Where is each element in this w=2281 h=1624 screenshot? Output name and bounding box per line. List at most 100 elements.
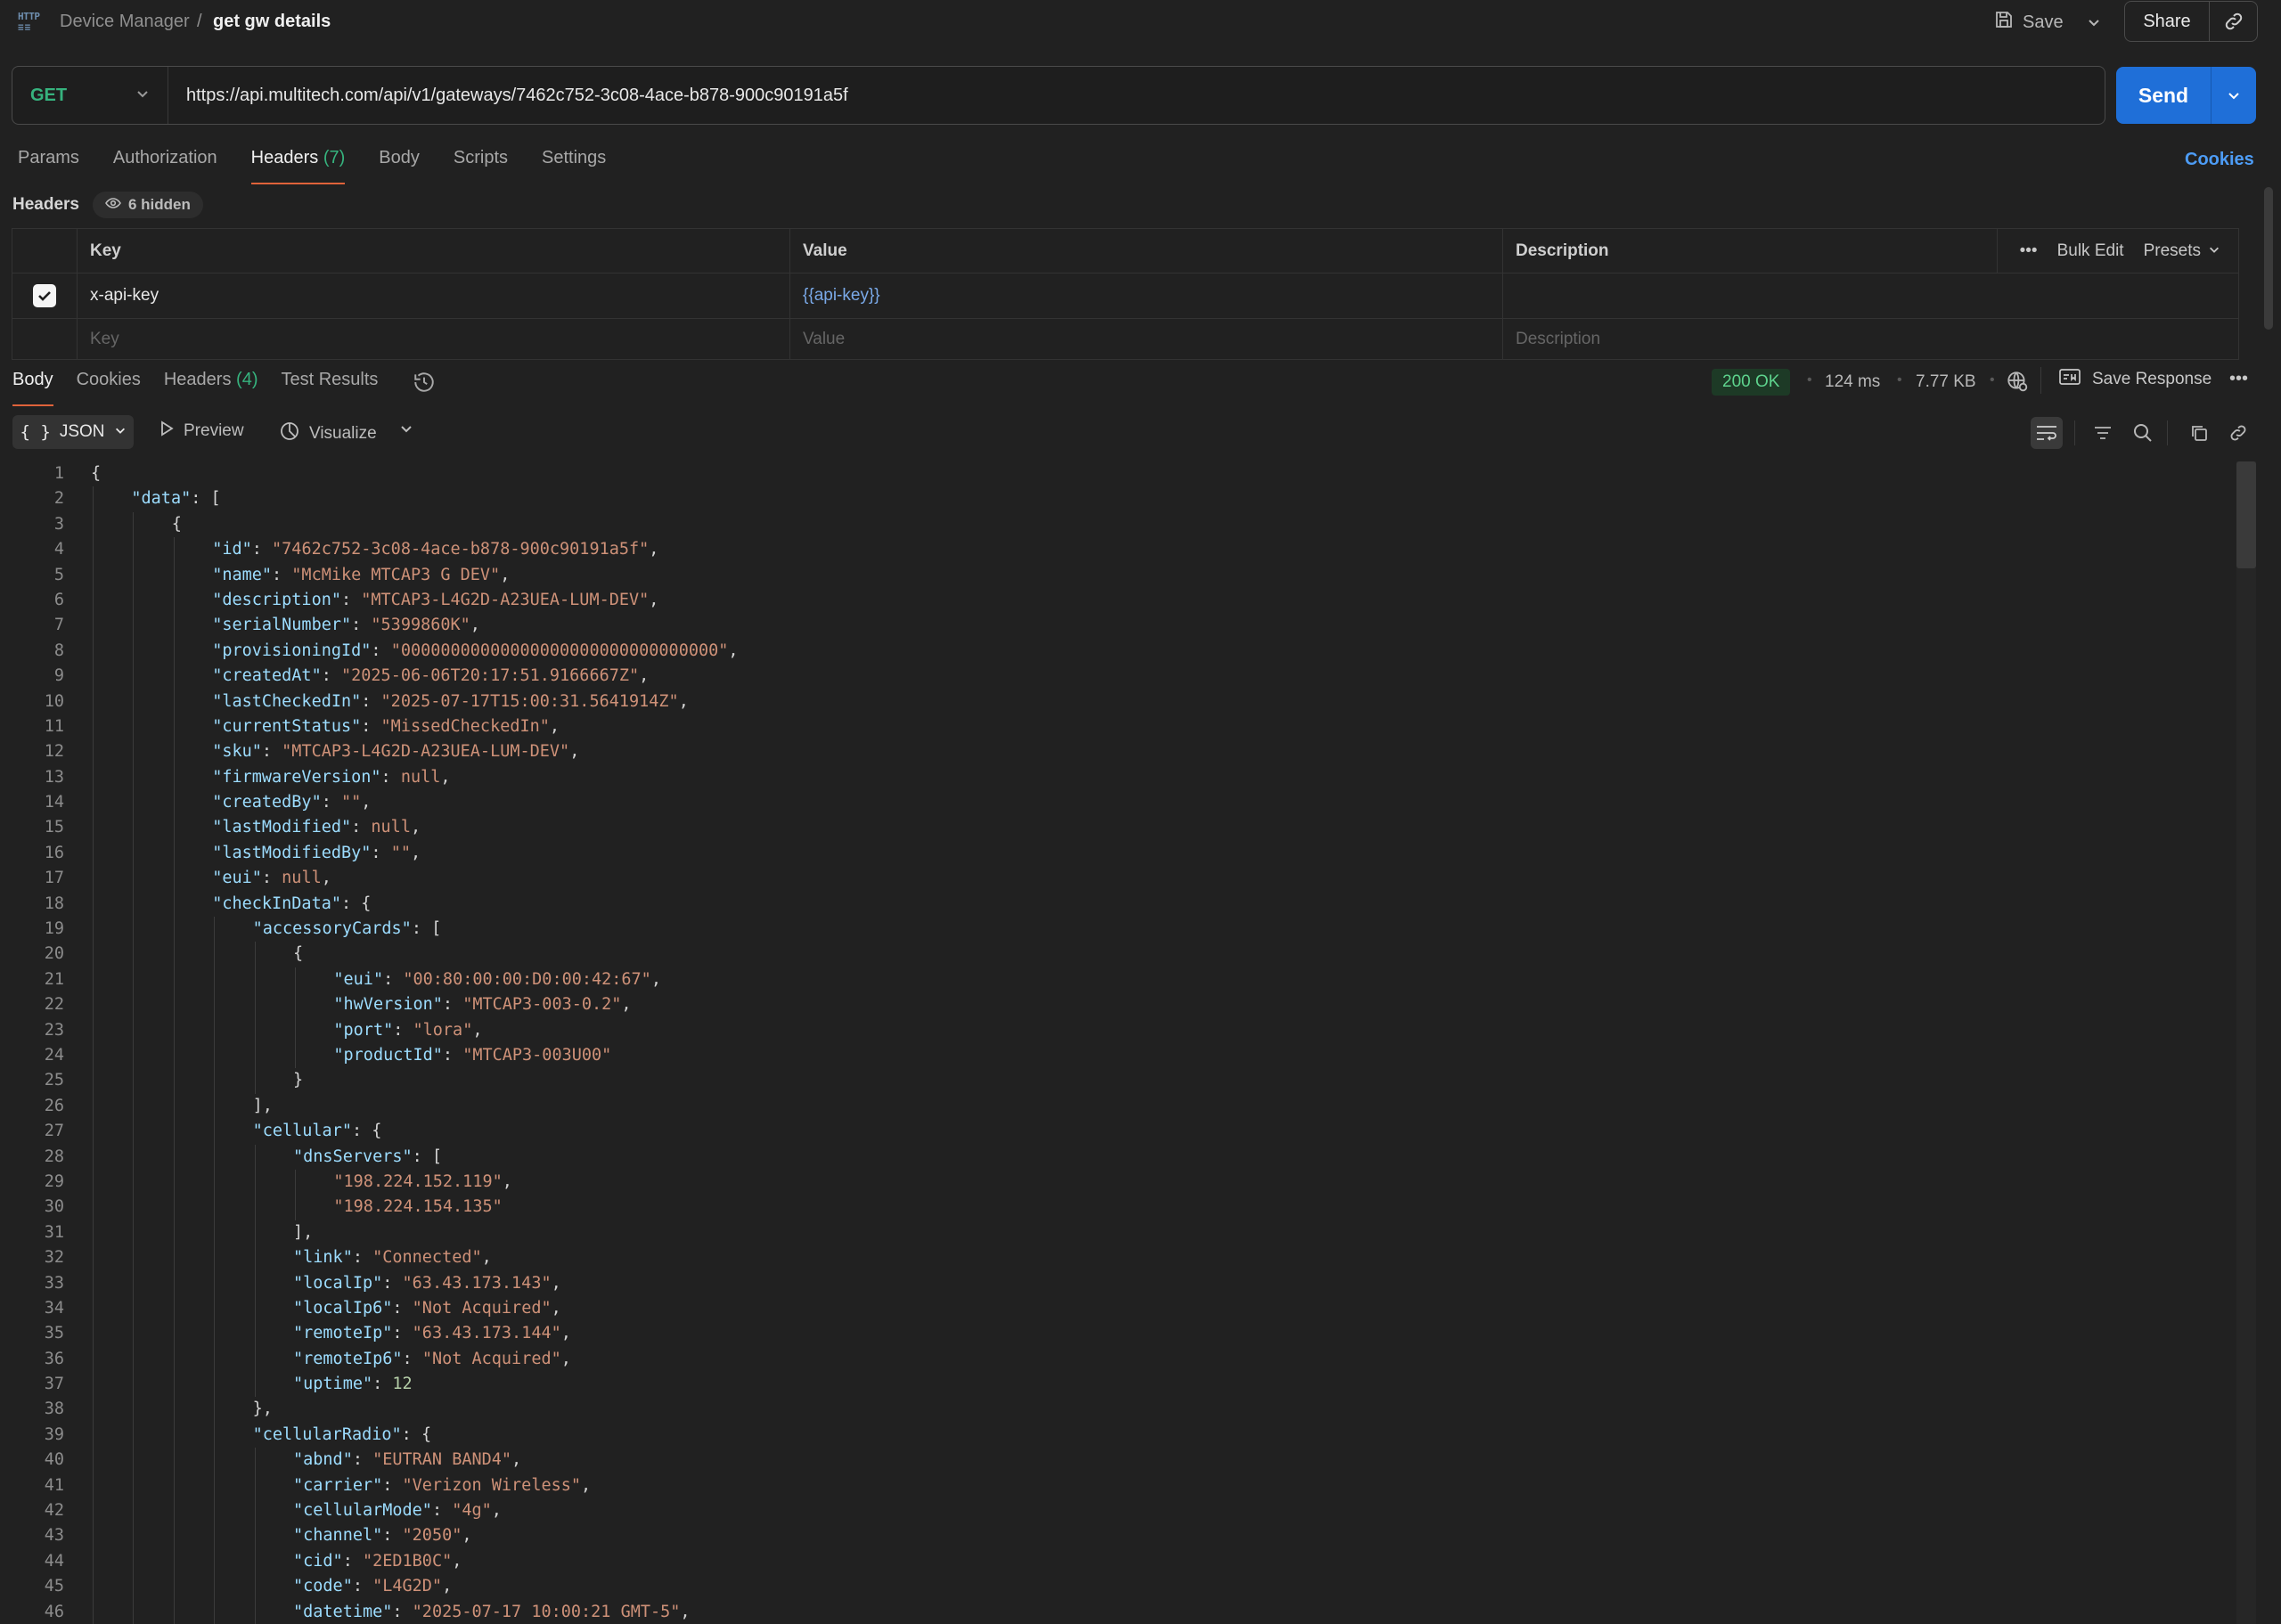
save-response-button[interactable]: Save Response — [2058, 367, 2212, 392]
indent-guide — [133, 790, 135, 816]
indent-guide — [214, 1068, 216, 1094]
new-value-field[interactable]: Value — [790, 319, 1503, 359]
copy-link-icon[interactable] — [2210, 2, 2257, 41]
indent-guide — [93, 1397, 94, 1423]
json-value: "MTCAP3-L4G2D-A23UEA-LUM-DEV" — [361, 590, 650, 609]
indent-guide — [173, 1548, 175, 1575]
json-punct: : [ — [411, 919, 442, 939]
tab-headers[interactable]: Headers (7) — [250, 148, 345, 184]
json-punct: , — [470, 616, 480, 635]
code-content: "lastModifiedBy": "", — [64, 840, 2238, 867]
line-number: 32 — [44, 1248, 64, 1268]
tab-scripts[interactable]: Scripts — [454, 148, 508, 182]
tab-response-headers[interactable]: Headers (4) — [164, 370, 258, 405]
line-number: 37 — [44, 1375, 64, 1394]
line-number: 16 — [44, 843, 64, 862]
indent-guide — [133, 739, 135, 765]
tab-settings[interactable]: Settings — [542, 148, 606, 182]
line-number: 13 — [44, 767, 64, 787]
tab-test-results[interactable]: Test Results — [281, 370, 378, 405]
status-badge[interactable]: 200 OK — [1712, 369, 1791, 396]
share-button[interactable]: Share — [2125, 2, 2210, 41]
request-title[interactable]: get gw details — [213, 12, 331, 32]
code-content: "dnsServers": [ — [64, 1144, 2238, 1170]
code-line: 1{ — [0, 461, 2238, 486]
new-description-field[interactable]: Description — [1503, 319, 2238, 359]
link-icon[interactable] — [2222, 417, 2254, 449]
header-enabled-checkbox[interactable] — [33, 284, 56, 307]
code-scrollbar-thumb[interactable] — [2236, 461, 2256, 568]
code-line: 30 "198.224.154.135" — [0, 1195, 2238, 1220]
presets-dropdown[interactable]: Presets — [2144, 241, 2220, 261]
tab-authorization[interactable]: Authorization — [113, 148, 217, 182]
json-value: "" — [341, 793, 362, 812]
copy-icon[interactable] — [2183, 417, 2215, 449]
breadcrumb-parent[interactable]: Device Manager — [60, 12, 190, 32]
json-key: "serialNumber" — [212, 616, 352, 635]
json-key: "data" — [131, 489, 192, 509]
request-scrollbar[interactable] — [2264, 187, 2273, 330]
json-punct: : — [371, 641, 391, 660]
json-value: "2025-07-17T15:00:31.5641914Z" — [380, 691, 679, 711]
filter-icon[interactable] — [2087, 417, 2119, 449]
save-button[interactable]: Save — [1994, 7, 2076, 37]
json-key: "channel" — [293, 1526, 383, 1546]
header-value-field[interactable]: {{api-key}} — [790, 273, 1503, 318]
format-select[interactable]: { } JSON — [12, 415, 134, 449]
indent-guide — [93, 1119, 94, 1145]
indent-guide — [93, 917, 94, 943]
response-time[interactable]: 124 ms — [1825, 372, 1880, 392]
indent-guide — [214, 1346, 216, 1373]
json-punct: : — [371, 843, 391, 862]
header-description-field[interactable] — [1503, 273, 2238, 318]
tab-params[interactable]: Params — [18, 148, 79, 182]
cookies-link[interactable]: Cookies — [2185, 150, 2254, 170]
indent-guide — [254, 1321, 256, 1347]
more-options-icon[interactable]: ••• — [2020, 241, 2038, 261]
tab-body[interactable]: Body — [379, 148, 420, 182]
json-punct: : — [352, 1248, 373, 1268]
preview-button[interactable]: Preview — [159, 420, 244, 442]
response-size[interactable]: 7.77 KB — [1916, 372, 1976, 392]
indent-guide — [93, 1473, 94, 1499]
hidden-headers-toggle[interactable]: 6 hidden — [93, 192, 203, 218]
history-icon[interactable] — [413, 371, 436, 399]
line-number: 21 — [44, 969, 64, 989]
json-punct: , — [361, 793, 372, 812]
indent-guide — [93, 1270, 94, 1296]
json-key: "createdAt" — [212, 666, 322, 686]
indent-guide — [254, 1448, 256, 1473]
send-button[interactable]: Send — [2116, 67, 2212, 124]
visualize-button[interactable]: Visualize — [279, 420, 377, 447]
indent-guide — [214, 1270, 216, 1296]
tab-response-body[interactable]: Body — [12, 370, 53, 406]
json-key: "eui" — [212, 869, 262, 888]
wrap-lines-icon[interactable] — [2031, 417, 2063, 449]
json-punct: : — [272, 565, 292, 584]
indent-guide — [214, 1144, 216, 1170]
tab-response-cookies[interactable]: Cookies — [77, 370, 141, 405]
indent-guide — [93, 714, 94, 740]
send-options-chevron-down-icon[interactable] — [2212, 67, 2256, 124]
network-globe-icon[interactable] — [2006, 370, 2029, 398]
more-options-icon[interactable]: ••• — [2229, 369, 2248, 389]
indent-guide — [133, 1548, 135, 1575]
line-number: 44 — [44, 1551, 64, 1571]
method-select[interactable]: GET — [12, 67, 168, 124]
code-scrollbar-track[interactable] — [2236, 461, 2256, 1624]
bulk-edit-button[interactable]: Bulk Edit — [2057, 241, 2124, 261]
save-options-chevron-down-icon[interactable] — [2081, 7, 2106, 37]
indent-guide — [173, 1397, 175, 1423]
response-body-code[interactable]: 1{2 "data": [3{4 "id": "7462c752-3c08-4ace… — [0, 461, 2238, 1624]
indent-guide — [173, 587, 175, 614]
json-punct: : [ — [412, 1147, 443, 1166]
search-icon[interactable] — [2127, 417, 2159, 449]
url-input[interactable]: https://api.multitech.com/api/v1/gateway… — [168, 86, 848, 106]
json-value: "MTCAP3-003-0.2" — [462, 995, 622, 1015]
visualize-options-chevron-down-icon[interactable] — [399, 420, 413, 441]
json-key: "checkInData" — [212, 894, 341, 913]
indent-guide — [173, 613, 175, 639]
new-key-field[interactable]: Key — [78, 319, 790, 359]
header-key-field[interactable]: x-api-key — [78, 273, 790, 318]
line-number: 17 — [44, 869, 64, 888]
